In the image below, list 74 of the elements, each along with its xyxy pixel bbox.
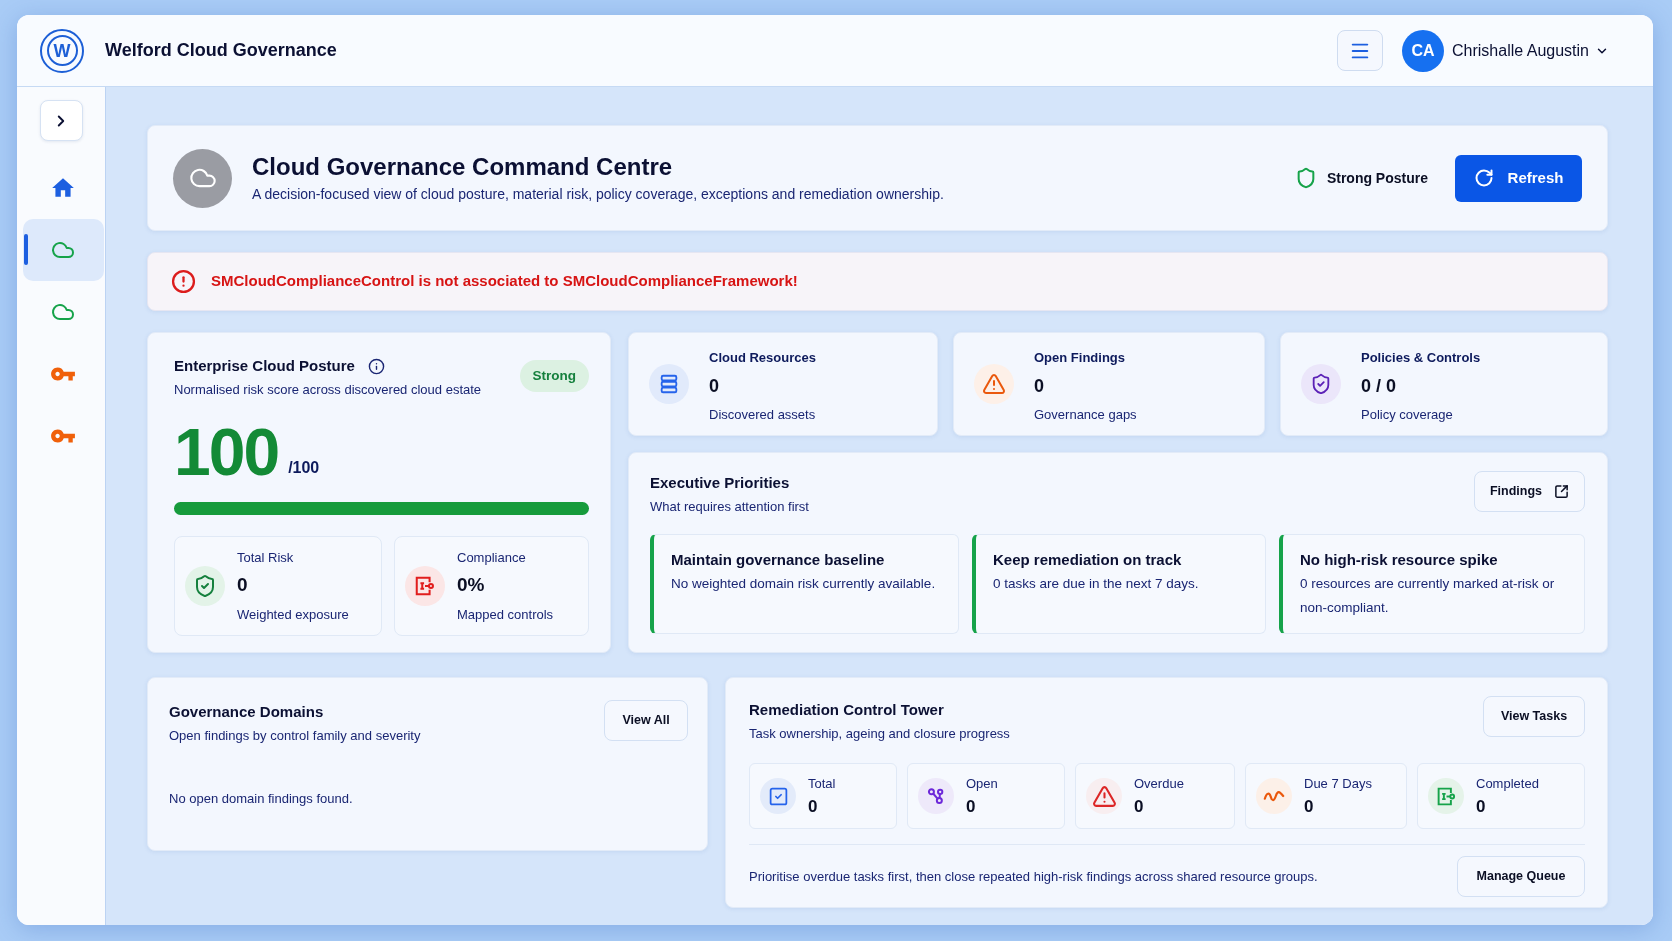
findings-button[interactable]: Findings bbox=[1474, 471, 1585, 512]
alert-icon bbox=[171, 269, 196, 294]
task-stat-value: 0 bbox=[1476, 798, 1487, 816]
stat-label: Open Findings bbox=[1034, 349, 1126, 367]
page-title: Cloud Governance Command Centre bbox=[252, 151, 674, 182]
task-stat-value: 0 bbox=[1304, 798, 1315, 816]
task-stat-label: Overdue bbox=[1134, 776, 1184, 792]
manage-queue-button[interactable]: Manage Queue bbox=[1457, 856, 1585, 897]
card-title: Executive Priorities bbox=[650, 474, 791, 492]
active-indicator bbox=[23, 234, 28, 265]
metric-label: Total Risk bbox=[237, 548, 295, 567]
score-max: /100 bbox=[288, 458, 320, 478]
server-stack-icon bbox=[649, 364, 689, 404]
task-stat-value: 0 bbox=[808, 798, 819, 816]
app-title: Welford Cloud Governance bbox=[105, 39, 337, 62]
stat-caption: Discovered assets bbox=[709, 405, 816, 424]
stat-value: 0 / 0 bbox=[1361, 374, 1398, 398]
refresh-icon bbox=[1473, 168, 1494, 188]
task-stat-label: Open bbox=[966, 776, 998, 792]
stat-caption: Governance gaps bbox=[1034, 405, 1137, 424]
task-stat-label: Completed bbox=[1476, 776, 1539, 792]
priority-title: Maintain governance baseline bbox=[671, 551, 886, 569]
warning-icon bbox=[974, 364, 1014, 404]
warning-icon bbox=[1086, 778, 1122, 814]
error-message: SMCloudComplianceControl is not associated to SMCloudComplianceFramework! bbox=[211, 271, 798, 292]
metric-label: Compliance bbox=[457, 548, 527, 567]
info-icon bbox=[367, 357, 385, 375]
metric-caption: Weighted exposure bbox=[237, 605, 349, 624]
empty-state-text: No open domain findings found. bbox=[169, 790, 354, 808]
view-all-button[interactable]: View All bbox=[604, 700, 688, 741]
task-stat-value: 0 bbox=[1134, 798, 1145, 816]
nodes-icon bbox=[918, 778, 954, 814]
view-tasks-button[interactable]: View Tasks bbox=[1483, 696, 1585, 737]
frame-icon bbox=[405, 566, 445, 606]
metric-value: 0% bbox=[457, 573, 486, 598]
priority-text: 0 resources are currently marked at-risk or non-compliant. bbox=[1300, 575, 1556, 617]
remediation-note: Prioritise overdue tasks first, then close repeated high-risk findings across shared resource groups. bbox=[749, 867, 1318, 886]
status-badge: Strong bbox=[519, 360, 589, 392]
task-stat-label: Due 7 Days bbox=[1304, 776, 1372, 792]
task-stat-value: 0 bbox=[966, 798, 977, 816]
posture-status: Strong Posture bbox=[1326, 168, 1428, 188]
card-title: Governance Domains bbox=[169, 703, 325, 721]
refresh-button[interactable]: Refresh bbox=[1455, 154, 1582, 202]
page-subtitle: A decision-focused view of cloud posture, material risk, policy coverage, exceptions and remediation ownership. bbox=[252, 184, 944, 204]
stat-value: 0 bbox=[709, 374, 720, 398]
card-subtitle: Task ownership, ageing and closure progress bbox=[749, 726, 1010, 742]
stat-label: Policies & Controls bbox=[1361, 349, 1481, 367]
stat-value: 0 bbox=[1034, 374, 1045, 398]
frame-icon bbox=[1428, 778, 1464, 814]
priority-text: No weighted domain risk currently available. bbox=[671, 575, 937, 593]
sidebar-item[interactable] bbox=[22, 219, 104, 281]
priority-title: Keep remediation on track bbox=[993, 551, 1183, 569]
user-menu[interactable]: CA Chrishalle Augustin bbox=[1402, 29, 1609, 72]
card-subtitle: Normalised risk score across discovered cloud estate bbox=[174, 382, 482, 398]
task-stat-label: Total bbox=[808, 776, 836, 792]
avatar: CA bbox=[1402, 29, 1445, 72]
menu-button[interactable] bbox=[1337, 30, 1384, 71]
card-subtitle: What requires attention first bbox=[650, 499, 809, 515]
posture-score: 100 bbox=[174, 422, 279, 482]
metric-caption: Mapped controls bbox=[457, 605, 554, 624]
external-link-icon bbox=[1554, 484, 1570, 499]
card-subtitle: Open findings by control family and severity bbox=[169, 728, 421, 744]
shield-check-icon bbox=[185, 566, 225, 606]
stat-caption: Policy coverage bbox=[1361, 405, 1454, 424]
card-title: Enterprise Cloud Posture bbox=[174, 357, 355, 375]
priority-title: No high-risk resource spike bbox=[1300, 551, 1499, 569]
stat-label: Cloud Resources bbox=[709, 349, 816, 367]
shield-check-icon bbox=[1301, 364, 1341, 404]
card-title: Remediation Control Tower bbox=[749, 701, 945, 719]
wave-icon bbox=[1256, 778, 1292, 814]
priority-text: 0 tasks are due in the next 7 days. bbox=[993, 575, 1200, 593]
checkbox-icon bbox=[760, 778, 796, 814]
logo: W bbox=[40, 28, 84, 73]
metric-value: 0 bbox=[237, 573, 249, 598]
